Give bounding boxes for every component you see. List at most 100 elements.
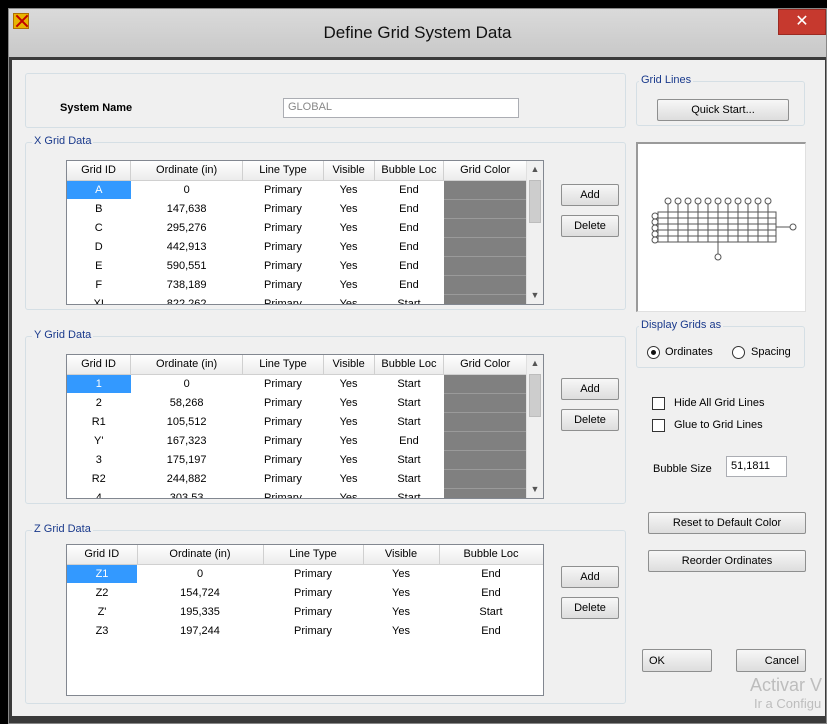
table-cell[interactable]: 3 (67, 450, 131, 469)
scroll-down-icon[interactable]: ▼ (527, 287, 543, 304)
table-cell[interactable]: Y' (67, 431, 131, 450)
table-cell[interactable]: End (374, 431, 444, 450)
table-cell[interactable]: Primary (242, 469, 324, 488)
table-cell[interactable]: E (67, 256, 131, 275)
quick-start-button[interactable]: Quick Start... (657, 99, 789, 121)
table-cell[interactable]: Yes (363, 564, 439, 583)
grid-color-swatch[interactable] (443, 275, 527, 295)
table-cell[interactable]: Primary (263, 621, 363, 640)
table-cell[interactable]: 154,724 (137, 583, 263, 602)
table-cell[interactable]: Primary (242, 374, 324, 393)
z-delete-button[interactable]: Delete (561, 597, 619, 619)
table-cell[interactable]: 442,913 (130, 237, 243, 256)
grid-color-swatch[interactable] (443, 199, 527, 219)
table-cell[interactable]: 822,262 (130, 294, 243, 304)
table-cell[interactable]: Primary (242, 450, 324, 469)
table-row[interactable]: R1 105,512 Primary Yes Start (67, 412, 527, 432)
ordinates-label[interactable]: Ordinates (665, 346, 713, 358)
table-cell[interactable]: F (67, 275, 131, 294)
table-cell[interactable]: Yes (323, 431, 374, 450)
table-cell[interactable]: Primary (242, 431, 324, 450)
z-add-button[interactable]: Add (561, 566, 619, 588)
scroll-thumb[interactable] (529, 374, 541, 417)
table-cell[interactable]: 1 (67, 374, 131, 393)
table-cell[interactable]: 167,323 (130, 431, 243, 450)
table-cell[interactable]: End (374, 218, 444, 237)
table-row[interactable]: Y' 167,323 Primary Yes End (67, 431, 527, 451)
table-cell[interactable]: Yes (323, 412, 374, 431)
table-cell[interactable]: R2 (67, 469, 131, 488)
grid-color-swatch[interactable] (443, 431, 527, 451)
table-row[interactable]: Z3 197,244 Primary Yes End (67, 621, 543, 640)
table-cell[interactable]: Start (374, 393, 444, 412)
table-cell[interactable]: Yes (323, 199, 374, 218)
table-cell[interactable]: 0 (130, 180, 243, 199)
table-row[interactable]: R2 244,882 Primary Yes Start (67, 469, 527, 489)
table-cell[interactable]: 195,335 (137, 602, 263, 621)
table-cell[interactable]: Z3 (67, 621, 137, 640)
table-cell[interactable]: 2 (67, 393, 131, 412)
z-grid-table[interactable]: Grid ID Ordinate (in) Line Type Visible Bubb… (66, 544, 544, 696)
table-row[interactable]: E 590,551 Primary Yes End (67, 256, 527, 276)
table-cell[interactable]: Primary (263, 564, 363, 583)
table-row[interactable]: 3 175,197 Primary Yes Start (67, 450, 527, 470)
table-cell[interactable]: Start (374, 450, 444, 469)
grid-color-swatch[interactable] (443, 374, 527, 394)
table-row[interactable]: C 295,276 Primary Yes End (67, 218, 527, 238)
table-cell[interactable]: Yes (323, 237, 374, 256)
hide-all-grid-lines-checkbox[interactable] (652, 397, 665, 410)
ordinates-radio[interactable] (647, 346, 660, 359)
table-cell[interactable]: Primary (263, 583, 363, 602)
table-row[interactable]: Z2 154,724 Primary Yes End (67, 583, 543, 602)
grid-color-swatch[interactable] (443, 294, 527, 304)
x-add-button[interactable]: Add (561, 184, 619, 206)
glue-to-grid-lines-label[interactable]: Glue to Grid Lines (674, 419, 763, 431)
table-cell[interactable]: Z2 (67, 583, 137, 602)
table-cell[interactable]: Primary (242, 237, 324, 256)
table-cell[interactable]: Start (374, 374, 444, 393)
table-cell[interactable]: Primary (263, 602, 363, 621)
table-cell[interactable]: Yes (323, 374, 374, 393)
grid-color-swatch[interactable] (443, 469, 527, 489)
table-cell[interactable]: Start (374, 294, 444, 304)
table-cell[interactable]: 0 (130, 374, 243, 393)
table-cell[interactable]: D (67, 237, 131, 256)
scroll-up-icon[interactable]: ▲ (527, 161, 543, 178)
table-cell[interactable]: Yes (323, 294, 374, 304)
table-cell[interactable]: Primary (242, 180, 324, 199)
x-grid-scrollbar[interactable]: ▲ ▼ (526, 161, 543, 304)
table-cell[interactable]: 590,551 (130, 256, 243, 275)
table-cell[interactable]: End (439, 583, 543, 602)
table-cell[interactable]: C (67, 218, 131, 237)
table-cell[interactable]: Primary (242, 199, 324, 218)
table-cell[interactable]: 738,189 (130, 275, 243, 294)
table-cell[interactable]: Yes (323, 218, 374, 237)
table-cell[interactable]: R1 (67, 412, 131, 431)
table-cell[interactable]: Yes (323, 393, 374, 412)
table-row[interactable]: 2 58,268 Primary Yes Start (67, 393, 527, 413)
table-row[interactable]: XI 822,262 Primary Yes Start (67, 294, 527, 304)
table-cell[interactable]: End (439, 564, 543, 583)
cancel-button[interactable]: Cancel (736, 649, 806, 672)
y-grid-table[interactable]: Grid ID Ordinate (in) Line Type Visible Bubb… (66, 354, 544, 499)
table-cell[interactable]: Yes (323, 488, 374, 498)
scroll-thumb[interactable] (529, 180, 541, 223)
table-cell[interactable]: End (374, 237, 444, 256)
x-grid-table[interactable]: Grid ID Ordinate (in) Line Type Visible Bubb… (66, 160, 544, 305)
table-cell[interactable]: End (374, 256, 444, 275)
grid-color-swatch[interactable] (443, 393, 527, 413)
spacing-radio[interactable] (732, 346, 745, 359)
table-cell[interactable]: Yes (323, 275, 374, 294)
table-cell[interactable]: Yes (323, 450, 374, 469)
grid-color-swatch[interactable] (443, 412, 527, 432)
table-cell[interactable]: Primary (242, 393, 324, 412)
table-cell[interactable]: 58,268 (130, 393, 243, 412)
grid-color-swatch[interactable] (443, 218, 527, 238)
table-cell[interactable]: Start (374, 488, 444, 498)
table-cell[interactable]: Primary (242, 218, 324, 237)
table-cell[interactable]: Yes (323, 469, 374, 488)
table-row[interactable]: 1 0 Primary Yes Start (67, 374, 527, 394)
table-cell[interactable]: 147,638 (130, 199, 243, 218)
table-cell[interactable]: Primary (242, 294, 324, 304)
table-cell[interactable]: XI (67, 294, 131, 304)
